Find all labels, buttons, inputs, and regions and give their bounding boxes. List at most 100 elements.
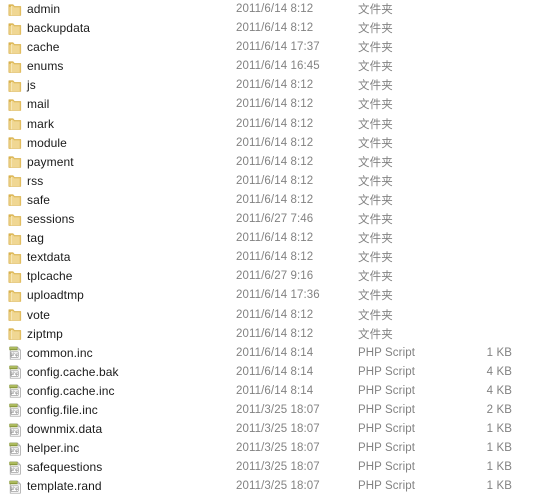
folder-icon bbox=[8, 155, 23, 169]
folder-icon bbox=[8, 22, 23, 36]
table-row[interactable]: sessions 2011/6/27 7:46 文件夹 bbox=[0, 210, 543, 230]
file-name[interactable]: cache bbox=[27, 38, 60, 57]
table-row[interactable]: js 2011/6/14 8:12 文件夹 bbox=[0, 76, 543, 96]
file-date-modified: 2011/6/14 8:12 bbox=[236, 327, 314, 340]
file-name[interactable]: config.file.inc bbox=[27, 401, 98, 420]
table-row[interactable]: tag 2011/6/14 8:12 文件夹 bbox=[0, 229, 543, 249]
file-type: 文件夹 bbox=[358, 269, 393, 284]
file-type: 文件夹 bbox=[358, 192, 393, 207]
php-script-icon: php bbox=[8, 365, 23, 379]
table-row[interactable]: mark 2011/6/14 8:12 文件夹 bbox=[0, 114, 543, 134]
file-name[interactable]: safe bbox=[27, 191, 50, 210]
file-name[interactable]: backupdata bbox=[27, 19, 90, 38]
table-row[interactable]: rss 2011/6/14 8:12 文件夹 bbox=[0, 171, 543, 191]
file-type: 文件夹 bbox=[358, 21, 393, 36]
file-name[interactable]: mail bbox=[27, 95, 49, 114]
table-row[interactable]: safe 2011/6/14 8:12 文件夹 bbox=[0, 190, 543, 211]
folder-icon bbox=[8, 251, 23, 265]
folder-icon bbox=[8, 327, 23, 341]
file-date-modified: 2011/6/14 8:12 bbox=[236, 193, 314, 206]
file-type: 文件夹 bbox=[358, 40, 393, 55]
php-script-icon: php bbox=[8, 346, 23, 360]
file-date-modified: 2011/6/14 8:12 bbox=[236, 308, 314, 321]
table-row[interactable]: vote 2011/6/14 8:12 文件夹 bbox=[0, 305, 543, 325]
file-type: 文件夹 bbox=[358, 173, 393, 188]
file-type: 文件夹 bbox=[358, 135, 393, 150]
file-name[interactable]: vote bbox=[27, 306, 50, 325]
php-script-icon: php bbox=[8, 480, 23, 494]
file-name[interactable]: config.cache.bak bbox=[27, 363, 119, 382]
svg-text:php: php bbox=[11, 448, 19, 453]
table-row[interactable]: cache 2011/6/14 17:37 文件夹 bbox=[0, 38, 543, 58]
file-date-modified: 2011/6/14 8:12 bbox=[236, 251, 314, 264]
file-type: PHP Script bbox=[358, 423, 416, 436]
table-row[interactable]: php template.rand 2011/3/25 18:07 PHP Scrip… bbox=[0, 477, 543, 497]
folder-icon bbox=[8, 308, 23, 322]
php-script-icon: php bbox=[8, 384, 23, 398]
file-size: 4 KB bbox=[486, 384, 512, 397]
table-row[interactable]: php safequestions 2011/3/25 18:07 PHP Scrip… bbox=[0, 458, 543, 478]
table-row[interactable]: backupdata 2011/6/14 8:12 文件夹 bbox=[0, 19, 543, 39]
file-name[interactable]: ziptmp bbox=[27, 325, 63, 344]
file-name[interactable]: helper.inc bbox=[27, 439, 79, 458]
table-row[interactable]: php downmix.data 2011/3/25 18:07 PHP Script… bbox=[0, 420, 543, 440]
file-name[interactable]: textdata bbox=[27, 248, 71, 267]
file-name[interactable]: uploadtmp bbox=[27, 286, 84, 305]
file-type: PHP Script bbox=[358, 403, 416, 416]
file-name[interactable]: tplcache bbox=[27, 267, 73, 286]
table-row[interactable]: tplcache 2011/6/27 9:16 文件夹 bbox=[0, 267, 543, 287]
file-type: 文件夹 bbox=[358, 97, 393, 112]
table-row[interactable]: textdata 2011/6/14 8:12 文件夹 bbox=[0, 248, 543, 268]
table-row[interactable]: php config.cache.bak 2011/6/14 8:14 PHP Scr… bbox=[0, 362, 543, 382]
file-name[interactable]: downmix.data bbox=[27, 420, 102, 439]
file-name[interactable]: enums bbox=[27, 57, 64, 76]
file-type: 文件夹 bbox=[358, 2, 393, 16]
file-name[interactable]: config.cache.inc bbox=[27, 382, 115, 401]
file-list[interactable]: admin 2011/6/14 8:12 文件夹 backupdata 2011/6/1… bbox=[0, 0, 543, 500]
file-name[interactable]: payment bbox=[27, 153, 74, 172]
table-row[interactable]: ziptmp 2011/6/14 8:12 文件夹 bbox=[0, 324, 543, 344]
file-date-modified: 2011/6/14 17:37 bbox=[236, 41, 320, 54]
file-type: 文件夹 bbox=[358, 288, 393, 303]
file-date-modified: 2011/6/14 8:12 bbox=[236, 79, 314, 92]
svg-text:php: php bbox=[11, 371, 19, 376]
file-type: PHP Script bbox=[358, 461, 416, 474]
file-type: PHP Script bbox=[358, 480, 416, 493]
file-name[interactable]: js bbox=[27, 76, 36, 95]
file-name[interactable]: template.rand bbox=[27, 477, 102, 496]
table-row[interactable]: admin 2011/6/14 8:12 文件夹 bbox=[0, 0, 543, 20]
file-type: 文件夹 bbox=[358, 307, 393, 322]
file-date-modified: 2011/6/14 8:12 bbox=[236, 22, 314, 35]
file-name[interactable]: module bbox=[27, 134, 67, 153]
file-date-modified: 2011/6/14 16:45 bbox=[236, 60, 320, 73]
table-row[interactable]: uploadtmp 2011/6/14 17:36 文件夹 bbox=[0, 286, 543, 306]
file-name[interactable]: mark bbox=[27, 115, 54, 134]
svg-text:php: php bbox=[11, 352, 19, 357]
file-date-modified: 2011/6/14 8:12 bbox=[236, 232, 314, 245]
file-type: 文件夹 bbox=[358, 326, 393, 341]
table-row[interactable]: php config.file.inc 2011/3/25 18:07 PHP Scr… bbox=[0, 400, 543, 421]
table-row[interactable]: enums 2011/6/14 16:45 文件夹 bbox=[0, 57, 543, 77]
file-name[interactable]: rss bbox=[27, 172, 43, 191]
file-date-modified: 2011/6/14 8:12 bbox=[236, 117, 314, 130]
file-date-modified: 2011/6/27 7:46 bbox=[236, 213, 314, 226]
php-script-icon: php bbox=[8, 442, 23, 456]
file-name[interactable]: sessions bbox=[27, 210, 75, 229]
svg-text:php: php bbox=[11, 410, 19, 415]
file-size: 1 KB bbox=[486, 480, 512, 493]
file-type: PHP Script bbox=[358, 384, 416, 397]
table-row[interactable]: module 2011/6/14 8:12 文件夹 bbox=[0, 133, 543, 153]
table-row[interactable]: php config.cache.inc 2011/6/14 8:14 PHP Scr… bbox=[0, 381, 543, 401]
file-date-modified: 2011/3/25 18:07 bbox=[236, 480, 320, 493]
file-type: 文件夹 bbox=[358, 78, 393, 93]
file-name[interactable]: admin bbox=[27, 0, 60, 19]
folder-icon bbox=[8, 98, 23, 112]
table-row[interactable]: php helper.inc 2011/3/25 18:07 PHP Script 1 … bbox=[0, 439, 543, 459]
file-date-modified: 2011/3/25 18:07 bbox=[236, 461, 320, 474]
file-name[interactable]: safequestions bbox=[27, 458, 102, 477]
table-row[interactable]: php common.inc 2011/6/14 8:14 PHP Script 1 K… bbox=[0, 343, 543, 363]
file-name[interactable]: tag bbox=[27, 229, 44, 248]
table-row[interactable]: mail 2011/6/14 8:12 文件夹 bbox=[0, 95, 543, 115]
table-row[interactable]: payment 2011/6/14 8:12 文件夹 bbox=[0, 152, 543, 172]
file-name[interactable]: common.inc bbox=[27, 344, 93, 363]
